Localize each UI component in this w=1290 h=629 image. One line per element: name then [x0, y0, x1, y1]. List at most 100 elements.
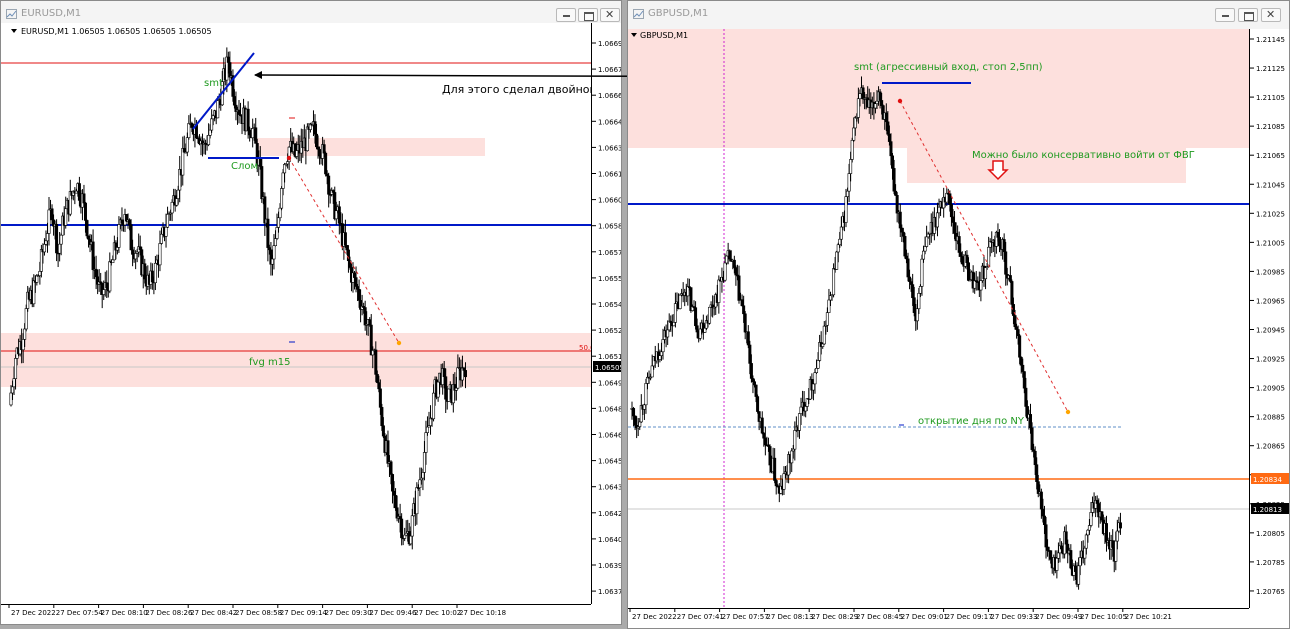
candle-body [418, 479, 422, 488]
candle-body [917, 292, 921, 310]
time-tick-label: 27 Dec 07:57 [722, 613, 769, 621]
candle-body [732, 259, 736, 268]
candle-body [1084, 534, 1088, 549]
candle-body [1077, 565, 1081, 585]
candle-body [633, 415, 637, 426]
candle-body [889, 141, 893, 157]
time-tick-label: 27 Dec 07:41 [677, 613, 724, 621]
maximize-button[interactable] [1238, 8, 1258, 22]
candle-body [891, 155, 895, 169]
price-chart-eurusd[interactable]: EURUSD,M1 1.06505 1.06505 1.06505 1.0650… [1, 23, 591, 604]
candle-body [632, 408, 636, 417]
candle-body [182, 148, 186, 153]
candle-body [957, 236, 961, 253]
minimize-button[interactable] [556, 8, 576, 22]
candle-body [138, 246, 142, 250]
candle-body [756, 396, 760, 412]
price-tick-label: 1.06465 [598, 432, 622, 440]
candle-body [886, 121, 890, 135]
candle-body [915, 308, 919, 322]
price-tick-label: 1.21145 [1256, 36, 1285, 44]
time-tick-label: 27 Dec 08:10 [101, 609, 148, 617]
candle-body [678, 294, 682, 309]
candle-body [672, 322, 676, 327]
candle-body [248, 129, 252, 136]
candle-body [258, 158, 262, 167]
price-tick-label: 1.21085 [1256, 123, 1285, 131]
candle-body [1086, 529, 1090, 536]
candle-body [394, 495, 398, 509]
price-axis[interactable]: 1.21145 1.21125 1.21105 1.21085 1.21065 1.210… [1249, 29, 1289, 608]
candle-body [742, 305, 746, 315]
candle-body [1104, 523, 1108, 543]
minimize-button[interactable] [1215, 8, 1235, 22]
chart-window-gbpusd[interactable]: GBPUSD,M1 ✕ GBPUSD,M1 smt (агрессивный в… [627, 0, 1290, 629]
price-tick-label: 1.06525 [598, 327, 622, 335]
candle-body [58, 243, 62, 254]
candle-body [754, 384, 758, 397]
price-chart-area[interactable]: GBPUSD,M1 smt (агрессивный вход, стоп 2,… [628, 29, 1249, 608]
candle-body [400, 518, 404, 539]
candle-body [389, 461, 393, 475]
window-titlebar[interactable]: GBPUSD,M1 ✕ [628, 1, 1289, 30]
candle-body [661, 339, 665, 353]
time-tick-label: 27 Dec 09:14 [280, 609, 328, 617]
time-tick-label: 27 Dec 10:21 [1125, 613, 1172, 621]
price-tick-label: 1.06675 [598, 66, 622, 74]
close-button[interactable]: ✕ [600, 8, 620, 22]
candle-body [666, 329, 670, 338]
price-tick-label: 1.06510 [598, 353, 622, 361]
candle-body [723, 262, 727, 281]
candle-body [232, 96, 236, 106]
time-tick-label: 27 Dec 09:49 [1035, 613, 1082, 621]
candle-body [120, 219, 124, 224]
time-tick-label: 27 Dec 07:54 [56, 609, 104, 617]
time-axis[interactable]: 27 Dec 2022 27 Dec 07:54 27 Dec 08:10 27 De… [1, 604, 591, 624]
candle-body [275, 227, 279, 239]
candle-body [904, 255, 908, 260]
candle-body [158, 243, 162, 266]
minimize-icon [563, 15, 570, 17]
candle-body [345, 245, 349, 251]
candle-body [153, 262, 157, 284]
price-tick-label: 1.20925 [1256, 356, 1285, 364]
time-tick-label: 27 Dec 2022 [632, 613, 677, 621]
candle-body [799, 406, 803, 414]
chart-window-eurusd[interactable]: EURUSD,M1 ✕ EURUSD,M1 1.06505 1.06505 1.… [0, 0, 622, 625]
candle-body [456, 367, 460, 389]
candle-body [313, 121, 317, 135]
candle-body [1056, 552, 1060, 559]
candle-body [251, 128, 255, 139]
time-axis[interactable]: 27 Dec 2022 27 Dec 07:41 27 Dec 07:57 27 De… [628, 608, 1249, 628]
price-chart-gbpusd[interactable]: GBPUSD,M1 smt (агрессивный вход, стоп 2,… [628, 29, 1249, 608]
candle-body [334, 210, 338, 220]
time-tick-label: 27 Dec 08:58 [235, 609, 282, 617]
candle-body [436, 381, 440, 398]
close-button[interactable]: ✕ [1261, 8, 1281, 22]
candle-body [815, 367, 819, 373]
maximize-button[interactable] [578, 8, 598, 22]
fvg-m15-zone [1, 333, 591, 387]
price-tick-label: 1.06480 [598, 405, 622, 413]
candle-body [673, 303, 677, 323]
price-tick-label: 1.21065 [1256, 152, 1285, 160]
price-chart-area[interactable]: EURUSD,M1 1.06505 1.06505 1.06505 1.0650… [1, 23, 591, 604]
candle-body [923, 246, 927, 252]
price-axis[interactable]: 1.06690 1.06675 1.06660 1.06645 1.06630 1.066… [591, 23, 622, 604]
candle-body [337, 206, 341, 224]
info-line: EURUSD,M1 1.06505 1.06505 1.06505 1.0650… [21, 27, 212, 36]
candle-body [1021, 364, 1025, 372]
candle-body [959, 252, 963, 257]
candle-body [650, 365, 654, 378]
candle-body [1042, 515, 1046, 526]
candle-body [111, 259, 115, 264]
candle-body [1018, 335, 1022, 358]
fvg-label: fvg m15 [249, 357, 290, 368]
candle-body [984, 267, 988, 280]
candle-body [836, 244, 840, 253]
candle-body [1002, 239, 1006, 253]
price-tick-label: 1.06390 [598, 562, 622, 570]
candle-body [39, 249, 43, 272]
candle-body [295, 150, 299, 157]
candle-body [900, 227, 904, 233]
